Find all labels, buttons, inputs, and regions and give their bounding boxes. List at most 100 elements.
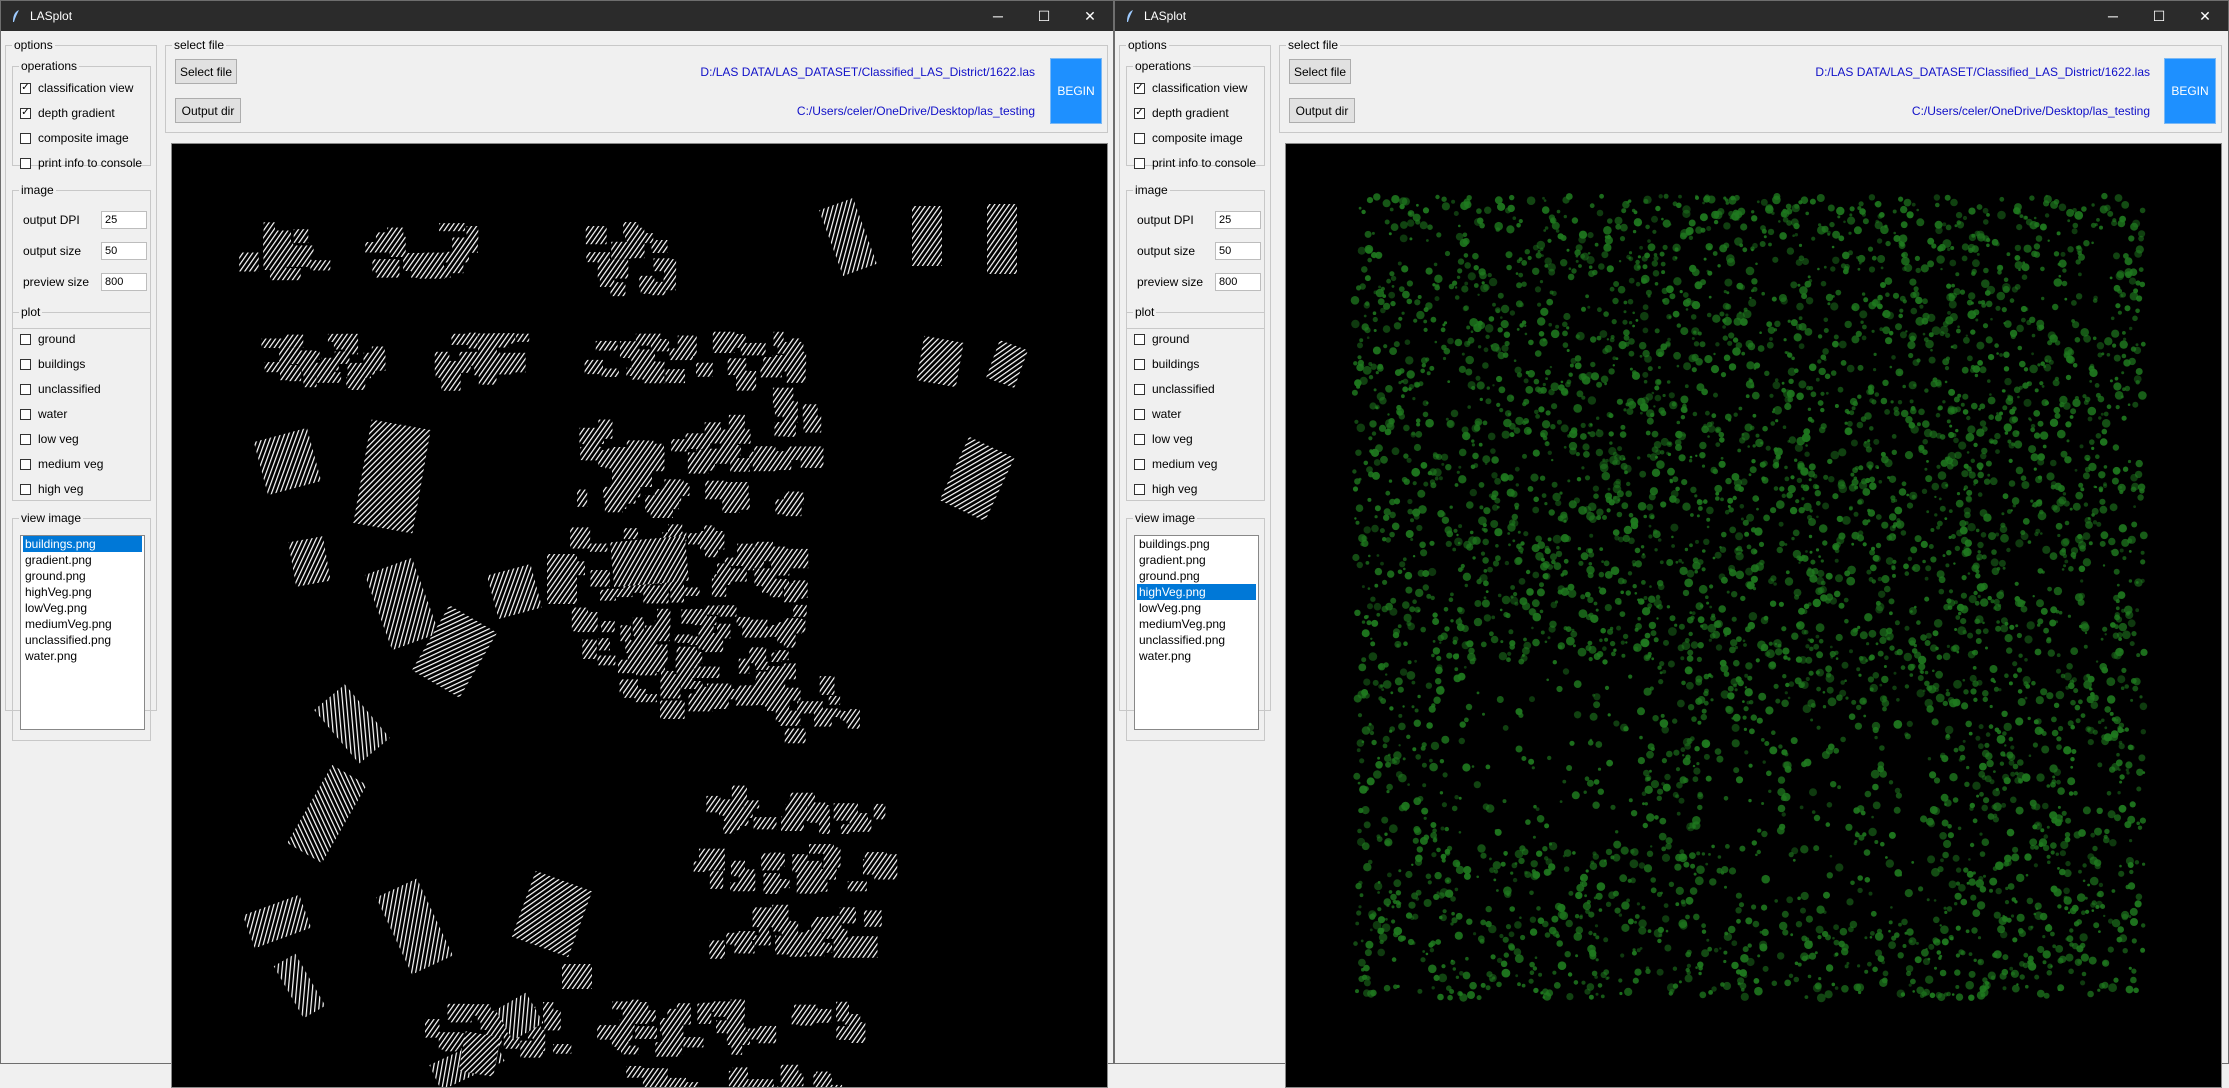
checkbox[interactable] bbox=[20, 434, 31, 445]
checkbox[interactable] bbox=[20, 409, 31, 420]
minimize-icon[interactable]: ─ bbox=[2090, 1, 2136, 31]
list-item[interactable]: water.png bbox=[1137, 648, 1256, 664]
plot-water[interactable]: water bbox=[1134, 407, 1181, 421]
plot-unclassified[interactable]: unclassified bbox=[20, 382, 101, 396]
plot-buildings[interactable]: buildings bbox=[1134, 357, 1199, 371]
list-item[interactable]: ground.png bbox=[1137, 568, 1256, 584]
building-footprint bbox=[705, 606, 718, 615]
preview-size-input[interactable]: 800 bbox=[101, 273, 147, 291]
list-item[interactable]: highVeg.png bbox=[23, 584, 142, 600]
maximize-icon[interactable]: ☐ bbox=[2136, 1, 2182, 31]
building-footprint bbox=[590, 570, 609, 587]
checkbox[interactable] bbox=[20, 459, 31, 470]
building-footprint bbox=[261, 339, 286, 348]
list-item[interactable]: water.png bbox=[23, 648, 142, 664]
checkbox[interactable] bbox=[1134, 459, 1145, 470]
checkbox[interactable] bbox=[20, 484, 31, 495]
minimize-icon[interactable]: ─ bbox=[975, 1, 1021, 31]
close-icon[interactable]: ✕ bbox=[1067, 1, 1113, 31]
plot-low-veg[interactable]: low veg bbox=[1134, 432, 1193, 446]
checkbox[interactable] bbox=[1134, 434, 1145, 445]
list-item[interactable]: mediumVeg.png bbox=[23, 616, 142, 632]
operation-classification-view[interactable]: ✓classification view bbox=[20, 81, 133, 95]
building-footprint bbox=[811, 922, 825, 933]
building-footprint bbox=[439, 1032, 462, 1049]
plot-unclassified[interactable]: unclassified bbox=[1134, 382, 1215, 396]
list-item[interactable]: ground.png bbox=[23, 568, 142, 584]
building-footprint bbox=[784, 549, 808, 568]
operation-composite-image[interactable]: composite image bbox=[20, 131, 129, 145]
output-dir-button[interactable]: Output dir bbox=[1289, 98, 1355, 123]
output-dpi-input[interactable]: 25 bbox=[1215, 211, 1261, 229]
list-item[interactable]: gradient.png bbox=[23, 552, 142, 568]
checkbox-label: medium veg bbox=[38, 457, 103, 471]
list-item[interactable]: highVeg.png bbox=[1137, 584, 1256, 600]
list-item[interactable]: unclassified.png bbox=[23, 632, 142, 648]
checkbox[interactable] bbox=[20, 334, 31, 345]
building-footprint bbox=[660, 701, 685, 719]
begin-button[interactable]: BEGIN bbox=[1050, 58, 1102, 124]
plot-water[interactable]: water bbox=[20, 407, 67, 421]
checkbox[interactable] bbox=[20, 384, 31, 395]
checkbox[interactable] bbox=[1134, 133, 1145, 144]
plot-low-veg[interactable]: low veg bbox=[20, 432, 79, 446]
operation-print-info[interactable]: print info to console bbox=[20, 156, 142, 170]
image-legend: image bbox=[1133, 183, 1170, 197]
checkbox[interactable] bbox=[1134, 484, 1145, 495]
title-bar[interactable]: LASplot ─ ☐ ✕ bbox=[1, 1, 1113, 31]
plot-ground[interactable]: ground bbox=[1134, 332, 1189, 346]
list-item[interactable]: gradient.png bbox=[1137, 552, 1256, 568]
plot-medium-veg[interactable]: medium veg bbox=[1134, 457, 1217, 471]
title-bar[interactable]: LASplot ─ ☐ ✕ bbox=[1115, 1, 2228, 31]
output-dpi-input[interactable]: 25 bbox=[101, 211, 147, 229]
checkbox[interactable] bbox=[1134, 334, 1145, 345]
checkbox[interactable] bbox=[1134, 359, 1145, 370]
select-file-button[interactable]: Select file bbox=[175, 59, 237, 84]
maximize-icon[interactable]: ☐ bbox=[1021, 1, 1067, 31]
operation-depth-gradient[interactable]: ✓depth gradient bbox=[1134, 106, 1229, 120]
operation-depth-gradient[interactable]: ✓depth gradient bbox=[20, 106, 115, 120]
list-item[interactable]: unclassified.png bbox=[1137, 632, 1256, 648]
operation-composite-image[interactable]: composite image bbox=[1134, 131, 1243, 145]
begin-button[interactable]: BEGIN bbox=[2164, 58, 2216, 124]
building-footprint bbox=[696, 449, 708, 461]
output-size-input[interactable]: 50 bbox=[1215, 242, 1261, 260]
building-footprint bbox=[916, 336, 963, 387]
list-item[interactable]: buildings.png bbox=[23, 536, 142, 552]
plot-ground[interactable]: ground bbox=[20, 332, 75, 346]
checkbox[interactable] bbox=[20, 133, 31, 144]
output-dir-button[interactable]: Output dir bbox=[175, 98, 241, 123]
checkbox[interactable] bbox=[1134, 409, 1145, 420]
checkbox[interactable] bbox=[20, 158, 31, 169]
checkbox[interactable] bbox=[1134, 384, 1145, 395]
checkbox[interactable]: ✓ bbox=[1134, 108, 1145, 119]
list-item[interactable]: mediumVeg.png bbox=[1137, 616, 1256, 632]
select-file-button[interactable]: Select file bbox=[1289, 59, 1351, 84]
list-item[interactable]: lowVeg.png bbox=[1137, 600, 1256, 616]
checkbox[interactable] bbox=[20, 359, 31, 370]
output-size-input[interactable]: 50 bbox=[101, 242, 147, 260]
list-item[interactable]: lowVeg.png bbox=[23, 600, 142, 616]
building-footprint bbox=[288, 367, 301, 382]
building-footprint bbox=[516, 334, 529, 342]
view-image-listbox[interactable]: buildings.png gradient.png ground.png hi… bbox=[20, 535, 145, 730]
plot-high-veg[interactable]: high veg bbox=[1134, 482, 1197, 496]
plot-buildings[interactable]: buildings bbox=[20, 357, 85, 371]
checkbox[interactable]: ✓ bbox=[20, 108, 31, 119]
plot-high-veg[interactable]: high veg bbox=[20, 482, 83, 496]
list-item[interactable]: buildings.png bbox=[1137, 536, 1256, 552]
building-footprint bbox=[697, 687, 716, 703]
close-icon[interactable]: ✕ bbox=[2182, 1, 2228, 31]
feather-icon bbox=[1123, 9, 1137, 23]
plot-medium-veg[interactable]: medium veg bbox=[20, 457, 103, 471]
operation-classification-view[interactable]: ✓classification view bbox=[1134, 81, 1247, 95]
building-footprint bbox=[494, 354, 510, 365]
building-footprint bbox=[346, 377, 362, 388]
view-image-listbox[interactable]: buildings.png gradient.png ground.png hi… bbox=[1134, 535, 1259, 730]
operation-print-info[interactable]: print info to console bbox=[1134, 156, 1256, 170]
checkbox[interactable]: ✓ bbox=[20, 83, 31, 94]
checkbox[interactable]: ✓ bbox=[1134, 83, 1145, 94]
preview-size-input[interactable]: 800 bbox=[1215, 273, 1261, 291]
checkbox[interactable] bbox=[1134, 158, 1145, 169]
building-footprint bbox=[759, 917, 769, 939]
